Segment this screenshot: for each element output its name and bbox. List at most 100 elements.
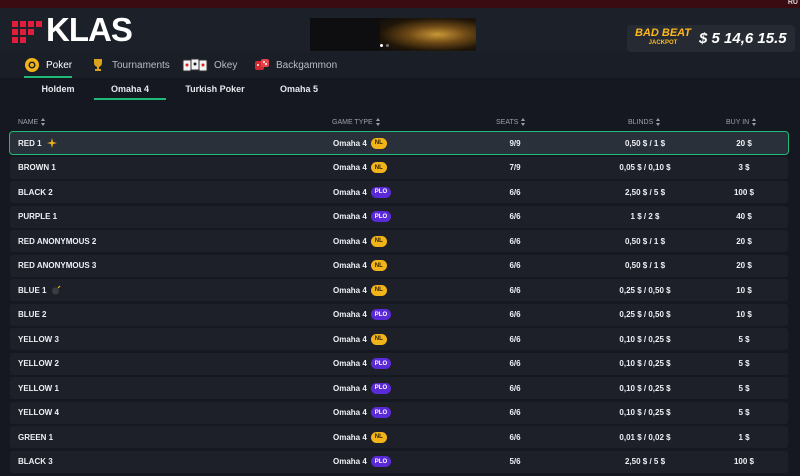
blinds-cell: 0,50 $ / 1 $: [624, 236, 666, 246]
game-type-cell: Omaha 4 NL: [333, 328, 387, 350]
buy-in-cell: 20 $: [736, 138, 752, 148]
game-type-cell: Omaha 4 PLO: [333, 402, 392, 424]
buy-in-cell: 5 $: [738, 359, 750, 369]
dice-icon: [254, 57, 270, 73]
game-type-cell: Omaha 4 NL: [333, 255, 387, 277]
jackpot-amount: $ 5 14,6 15.5: [699, 30, 787, 47]
limit-badge: PLO: [370, 358, 392, 370]
buy-in-cell: 20 $: [736, 261, 752, 271]
language-selector[interactable]: RU: [788, 0, 798, 6]
game-type-cell: Omaha 4 PLO: [333, 206, 392, 228]
table-row[interactable]: RED ANONYMOUS 3 Omaha 4 NL 6/6 0,50 $ / 1 $ 2…: [10, 254, 788, 277]
table-header: NAME GAME TYPE SEATS BLINDS BUY IN: [10, 116, 788, 130]
seats-cell: 6/6: [509, 187, 521, 197]
column-buy-in[interactable]: BUY IN: [726, 118, 757, 126]
game-type-cell: Omaha 4 PLO: [333, 181, 392, 203]
limit-badge: NL: [370, 431, 387, 443]
limit-badge: PLO: [370, 309, 392, 321]
tab-turkish-poker[interactable]: Turkish Poker: [182, 78, 248, 100]
limit-badge: PLO: [370, 211, 392, 223]
table-body: RED 1 Omaha 4 NL 9/9 0,50 $ / 1 $ 20 $ BROWN 1…: [9, 131, 789, 475]
column-seats[interactable]: SEATS: [496, 118, 526, 126]
sort-icon: [41, 118, 46, 126]
seats-cell: 6/6: [509, 212, 521, 222]
table-row[interactable]: BLUE 1 Omaha 4 NL 6/6 0,25 $ / 0,50 $ 10 $: [10, 279, 788, 302]
game-type-cell: Omaha 4 PLO: [333, 304, 392, 326]
table-name-cell: GREEN 1: [18, 432, 54, 442]
tab-omaha-4[interactable]: Omaha 4: [94, 78, 166, 100]
column-name[interactable]: NAME: [18, 118, 46, 126]
limit-badge: PLO: [370, 186, 392, 198]
table-row[interactable]: PURPLE 1 Omaha 4 PLO 6/6 1 $ / 2 $ 40 $: [10, 205, 788, 228]
table-row[interactable]: GREEN 1 Omaha 4 NL 6/6 0,01 $ / 0,02 $ 1 $: [10, 426, 788, 449]
table-row[interactable]: BLACK 3 Omaha 4 PLO 5/6 2,50 $ / 5 $ 100 $: [10, 450, 788, 473]
table-row[interactable]: YELLOW 1 Omaha 4 PLO 6/6 0,10 $ / 0,25 $ 5 $: [10, 377, 788, 400]
limit-badge: NL: [370, 162, 387, 174]
tab-tournaments[interactable]: Tournaments: [90, 52, 170, 78]
table-row[interactable]: RED 1 Omaha 4 NL 9/9 0,50 $ / 1 $ 20 $: [9, 131, 789, 155]
seats-cell: 6/6: [509, 310, 521, 320]
promo-banner[interactable]: [310, 18, 476, 51]
blinds-cell: 0,05 $ / 0,10 $: [619, 163, 671, 173]
table-name-cell: BROWN 1: [18, 163, 56, 173]
table-name-cell: BLUE 1: [18, 279, 61, 301]
top-strip: RU: [0, 0, 800, 8]
seats-cell: 6/6: [509, 261, 521, 271]
blinds-cell: 2,50 $ / 5 $: [624, 187, 666, 197]
logo-text: KLAS: [46, 11, 133, 48]
column-blinds[interactable]: BLINDS: [628, 118, 661, 126]
limit-badge: NL: [370, 235, 387, 247]
seats-cell: 6/6: [509, 334, 521, 344]
table-name-cell: RED 1: [18, 132, 57, 154]
column-game-type[interactable]: GAME TYPE: [332, 118, 381, 126]
table-row[interactable]: YELLOW 3 Omaha 4 NL 6/6 0,10 $ / 0,25 $ 5 $: [10, 328, 788, 351]
table-name-cell: YELLOW 1: [18, 383, 59, 393]
table-row[interactable]: BROWN 1 Omaha 4 NL 7/9 0,05 $ / 0,10 $ 3 $: [10, 156, 788, 179]
buy-in-cell: 3 $: [738, 163, 750, 173]
seats-cell: 5/6: [509, 457, 521, 467]
tab-holdem[interactable]: Holdem: [36, 78, 80, 100]
limit-badge: NL: [370, 284, 387, 296]
sort-icon: [375, 118, 381, 126]
table-name-cell: RED ANONYMOUS 2: [18, 236, 97, 246]
blinds-cell: 0,10 $ / 0,25 $: [619, 359, 671, 369]
blinds-cell: 1 $ / 2 $: [630, 212, 660, 222]
okey-tiles-icon: [182, 57, 208, 73]
table-name-cell: YELLOW 3: [18, 334, 59, 344]
buy-in-cell: 5 $: [738, 383, 750, 393]
tab-backgammon[interactable]: Backgammon: [254, 52, 337, 78]
table-row[interactable]: RED ANONYMOUS 2 Omaha 4 NL 6/6 0,50 $ / 1 $ 2…: [10, 230, 788, 253]
table-row[interactable]: YELLOW 4 Omaha 4 PLO 6/6 0,10 $ / 0,25 $ 5 $: [10, 401, 788, 424]
bomb-icon: [51, 285, 61, 295]
logo[interactable]: KLAS: [12, 11, 133, 48]
seats-cell: 7/9: [509, 163, 521, 173]
jackpot-badge: BAD BEAT JACKPOT: [635, 27, 692, 47]
tab-okey[interactable]: Okey: [182, 52, 237, 78]
blinds-cell: 0,25 $ / 0,50 $: [619, 285, 671, 295]
buy-in-cell: 1 $: [738, 432, 750, 442]
table-row[interactable]: YELLOW 2 Omaha 4 PLO 6/6 0,10 $ / 0,25 $ 5 $: [10, 352, 788, 375]
table-name-cell: BLACK 3: [18, 457, 53, 467]
limit-badge: NL: [370, 137, 387, 149]
game-type-cell: Omaha 4 NL: [333, 230, 387, 252]
table-row[interactable]: BLUE 2 Omaha 4 PLO 6/6 0,25 $ / 0,50 $ 10 $: [10, 303, 788, 326]
table-row[interactable]: BLACK 2 Omaha 4 PLO 6/6 2,50 $ / 5 $ 100 $: [10, 181, 788, 204]
chips-icon: [24, 57, 40, 73]
buy-in-cell: 40 $: [736, 212, 752, 222]
banner-dots: [380, 44, 389, 47]
tab-omaha-5[interactable]: Omaha 5: [276, 78, 322, 100]
trophy-icon: [90, 57, 106, 73]
bad-beat-jackpot[interactable]: BAD BEAT JACKPOT $ 5 14,6 15.5: [627, 25, 795, 52]
buy-in-cell: 10 $: [736, 310, 752, 320]
blinds-cell: 0,10 $ / 0,25 $: [619, 408, 671, 418]
limit-badge: PLO: [370, 382, 392, 394]
tab-poker[interactable]: Poker: [24, 52, 73, 78]
table-name-cell: YELLOW 4: [18, 408, 59, 418]
sort-icon: [521, 118, 526, 126]
game-type-cell: Omaha 4 PLO: [333, 377, 392, 399]
blinds-cell: 2,50 $ / 5 $: [624, 457, 666, 467]
seats-cell: 6/6: [509, 383, 521, 393]
buy-in-cell: 5 $: [738, 334, 750, 344]
logo-mark-icon: [12, 17, 42, 43]
table-name-cell: BLUE 2: [18, 310, 47, 320]
